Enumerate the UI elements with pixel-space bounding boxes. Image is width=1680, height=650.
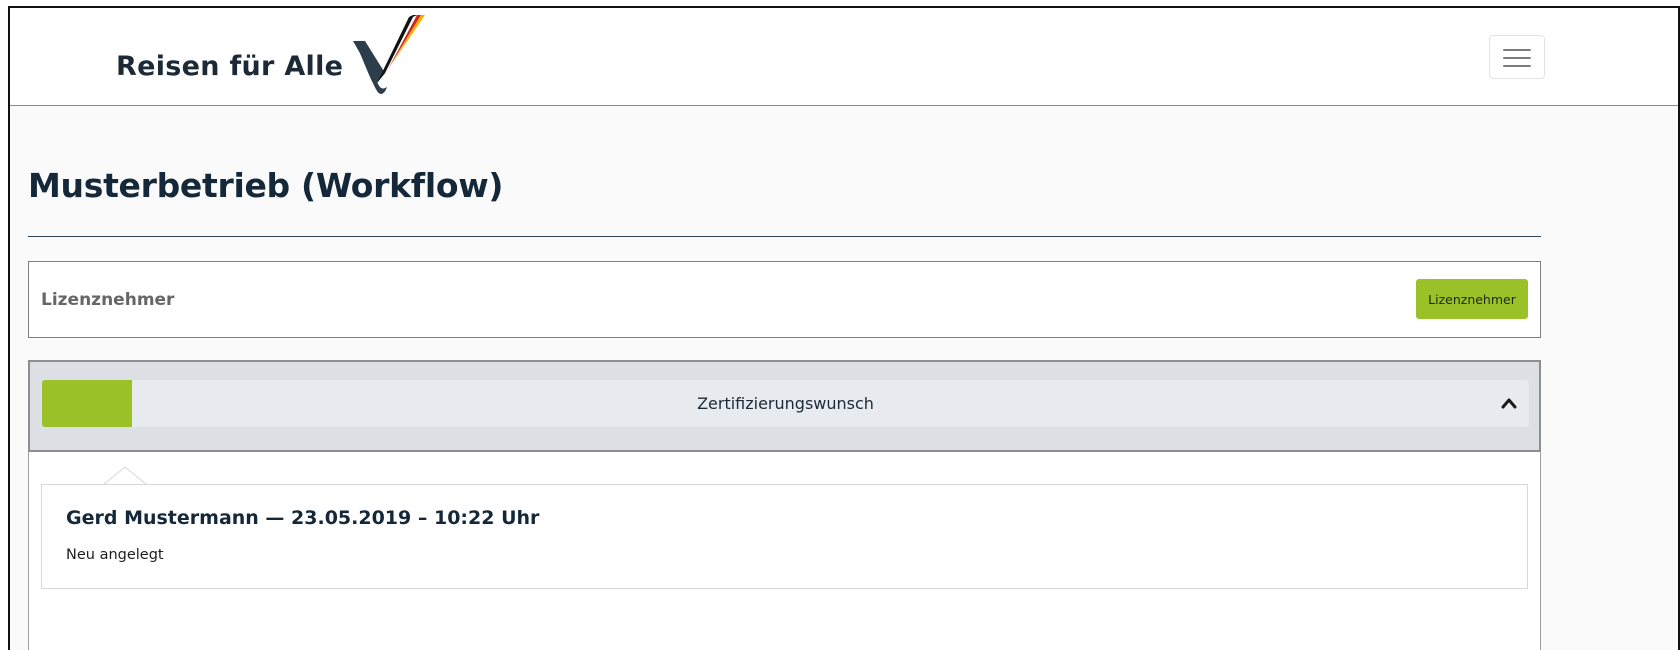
app-window: Reisen für Alle Musterbetrieb (Workflow)… bbox=[8, 6, 1680, 650]
hamburger-menu-icon-bar bbox=[1503, 57, 1531, 59]
brand-name: Reisen für Alle bbox=[116, 50, 344, 82]
license-holder-label: Lizenznehmer bbox=[41, 290, 175, 310]
title-divider bbox=[28, 236, 1541, 237]
license-holder-button[interactable]: Lizenznehmer bbox=[1416, 279, 1528, 319]
page-title: Musterbetrieb (Workflow) bbox=[28, 166, 504, 205]
entry-header: Gerd Mustermann — 23.05.2019 – 10:22 Uhr bbox=[66, 507, 540, 529]
top-navbar: Reisen für Alle bbox=[10, 8, 1678, 106]
hamburger-menu-icon-bar bbox=[1503, 65, 1531, 67]
checkmark-flag-logo-icon bbox=[353, 15, 426, 94]
accordion-header-toggle[interactable]: Zertifizierungswunsch bbox=[42, 380, 1529, 427]
brand-home-link[interactable]: Reisen für Alle bbox=[116, 8, 431, 106]
accordion-title: Zertifizierungswunsch bbox=[697, 394, 874, 413]
accordion-body: Gerd Mustermann — 23.05.2019 – 10:22 Uhr… bbox=[28, 452, 1541, 650]
certification-request-accordion: Zertifizierungswunsch bbox=[28, 360, 1541, 452]
entry-status: Neu angelegt bbox=[66, 547, 164, 563]
license-holder-card: Lizenznehmer Lizenznehmer bbox=[28, 261, 1541, 338]
hamburger-menu-icon bbox=[1503, 49, 1531, 51]
workflow-entry: Gerd Mustermann — 23.05.2019 – 10:22 Uhr… bbox=[41, 484, 1528, 589]
chevron-up-icon bbox=[1501, 398, 1517, 409]
hamburger-menu-button[interactable] bbox=[1489, 35, 1545, 79]
